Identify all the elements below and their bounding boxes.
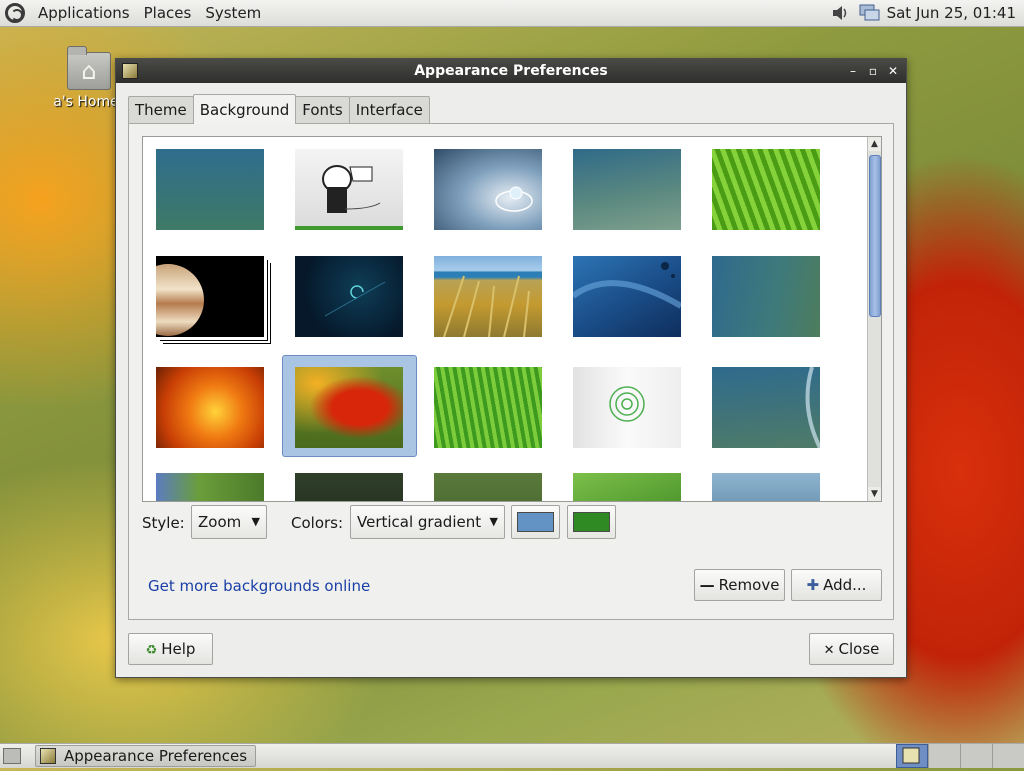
tab-bar: Theme Background Fonts Interface: [128, 94, 430, 124]
wallpaper-thumbnail[interactable]: [573, 473, 681, 501]
top-panel: Applications Places System Sat Jun 25, 0…: [0, 0, 1024, 27]
close-icon: ✕: [823, 643, 835, 658]
secondary-color-swatch: [573, 512, 610, 532]
get-more-backgrounds-link[interactable]: Get more backgrounds online: [148, 577, 370, 595]
menu-places[interactable]: Places: [137, 4, 199, 22]
wallpaper-thumbnail[interactable]: [156, 473, 264, 501]
system-tray: Sat Jun 25, 01:41: [831, 4, 1024, 22]
background-tab-panel: ▲ ▼ Style: Zoom ▼ Colors: Vertical gradi…: [128, 123, 894, 620]
maximize-button[interactable]: ▫: [866, 64, 880, 78]
window-title: Appearance Preferences: [414, 63, 608, 79]
wallpaper-thumbnail[interactable]: [712, 366, 822, 449]
wallpaper-thumbnail[interactable]: [434, 367, 542, 448]
wallpaper-thumbnail[interactable]: [434, 256, 542, 338]
desktop-home-folder[interactable]: a's Home: [53, 46, 122, 110]
workspace-2[interactable]: [928, 744, 960, 768]
scroll-up-arrow-icon[interactable]: ▲: [868, 137, 881, 151]
wallpaper-thumbnail[interactable]: [143, 256, 264, 337]
appearance-preferences-window: Appearance Preferences – ▫ ✕ Theme Backg…: [115, 58, 907, 678]
remove-button-label: Remove: [718, 576, 780, 594]
clock[interactable]: Sat Jun 25, 01:41: [887, 4, 1016, 22]
plus-icon: ✚: [806, 576, 820, 594]
add-button-label: Add...: [823, 576, 867, 594]
secondary-color-button[interactable]: [567, 505, 616, 539]
dropdown-arrow-icon: ▼: [251, 515, 260, 528]
tab-interface[interactable]: Interface: [348, 96, 430, 124]
volume-icon[interactable]: [831, 4, 851, 22]
help-icon: ♻: [145, 643, 158, 658]
wallpaper-thumbnail[interactable]: [571, 256, 683, 337]
titlebar[interactable]: Appearance Preferences – ▫ ✕: [116, 59, 906, 83]
wallpaper-thumbnail[interactable]: [156, 149, 264, 230]
tab-background[interactable]: Background: [192, 94, 297, 124]
wallpaper-thumbnail[interactable]: [712, 149, 820, 230]
wallpaper-thumbnail[interactable]: [295, 473, 403, 501]
colors-combo[interactable]: Vertical gradient ▼: [350, 505, 505, 539]
style-combo-value: Zoom: [198, 513, 242, 531]
add-button[interactable]: ✚ Add...: [791, 569, 882, 601]
desktop-home-label: a's Home: [53, 94, 119, 110]
taskbar-item-label: Appearance Preferences: [64, 747, 248, 765]
primary-color-button[interactable]: [511, 505, 560, 539]
wallpaper-thumbnail[interactable]: [712, 256, 820, 337]
wallpaper-gallery[interactable]: ▲ ▼: [142, 136, 882, 502]
wallpaper-thumbnail[interactable]: [156, 367, 264, 448]
workspace-switcher: [896, 744, 1024, 768]
scrollbar-thumb[interactable]: [869, 155, 881, 317]
show-desktop-icon[interactable]: [3, 748, 21, 764]
network-icon[interactable]: [859, 4, 880, 22]
gallery-scrollbar[interactable]: ▲ ▼: [867, 137, 881, 501]
wallpaper-thumbnail[interactable]: [295, 367, 403, 448]
scroll-down-arrow-icon[interactable]: ▼: [868, 487, 881, 501]
close-window-button[interactable]: ✕: [886, 64, 900, 78]
wallpaper-thumbnail[interactable]: [573, 149, 681, 230]
menu-system[interactable]: System: [198, 4, 268, 22]
help-button-label: Help: [161, 640, 196, 658]
workspace-3[interactable]: [960, 744, 992, 768]
appearance-app-icon: [40, 748, 56, 764]
help-button[interactable]: ♻ Help: [128, 633, 213, 665]
style-label: Style:: [142, 514, 185, 532]
close-button-label: Close: [838, 640, 880, 658]
minimize-button[interactable]: –: [846, 64, 860, 78]
debian-logo-icon[interactable]: [5, 3, 25, 23]
tab-fonts[interactable]: Fonts: [295, 96, 350, 124]
colors-label: Colors:: [291, 514, 344, 532]
style-combo[interactable]: Zoom ▼: [191, 505, 267, 539]
minus-icon: —: [699, 576, 715, 594]
close-button[interactable]: ✕ Close: [809, 633, 894, 665]
workspace-1[interactable]: [896, 744, 928, 768]
primary-color-swatch: [517, 512, 554, 532]
taskbar-item-appearance[interactable]: Appearance Preferences: [35, 745, 257, 767]
colors-combo-value: Vertical gradient: [357, 513, 482, 531]
wallpaper-thumbnail[interactable]: [573, 367, 681, 448]
workspace-4[interactable]: [992, 744, 1024, 768]
bottom-panel: Appearance Preferences: [0, 743, 1024, 768]
dropdown-arrow-icon: ▼: [489, 515, 498, 528]
wallpaper-thumbnail[interactable]: [434, 149, 542, 230]
wallpaper-thumbnail[interactable]: [712, 473, 820, 501]
menu-applications[interactable]: Applications: [31, 4, 137, 22]
wallpaper-thumbnail[interactable]: [434, 473, 542, 501]
wallpaper-thumbnail[interactable]: [295, 149, 403, 230]
wallpaper-thumbnail[interactable]: [295, 256, 403, 337]
tab-theme[interactable]: Theme: [128, 96, 194, 124]
home-folder-icon: [67, 46, 111, 90]
remove-button[interactable]: — Remove: [694, 569, 785, 601]
